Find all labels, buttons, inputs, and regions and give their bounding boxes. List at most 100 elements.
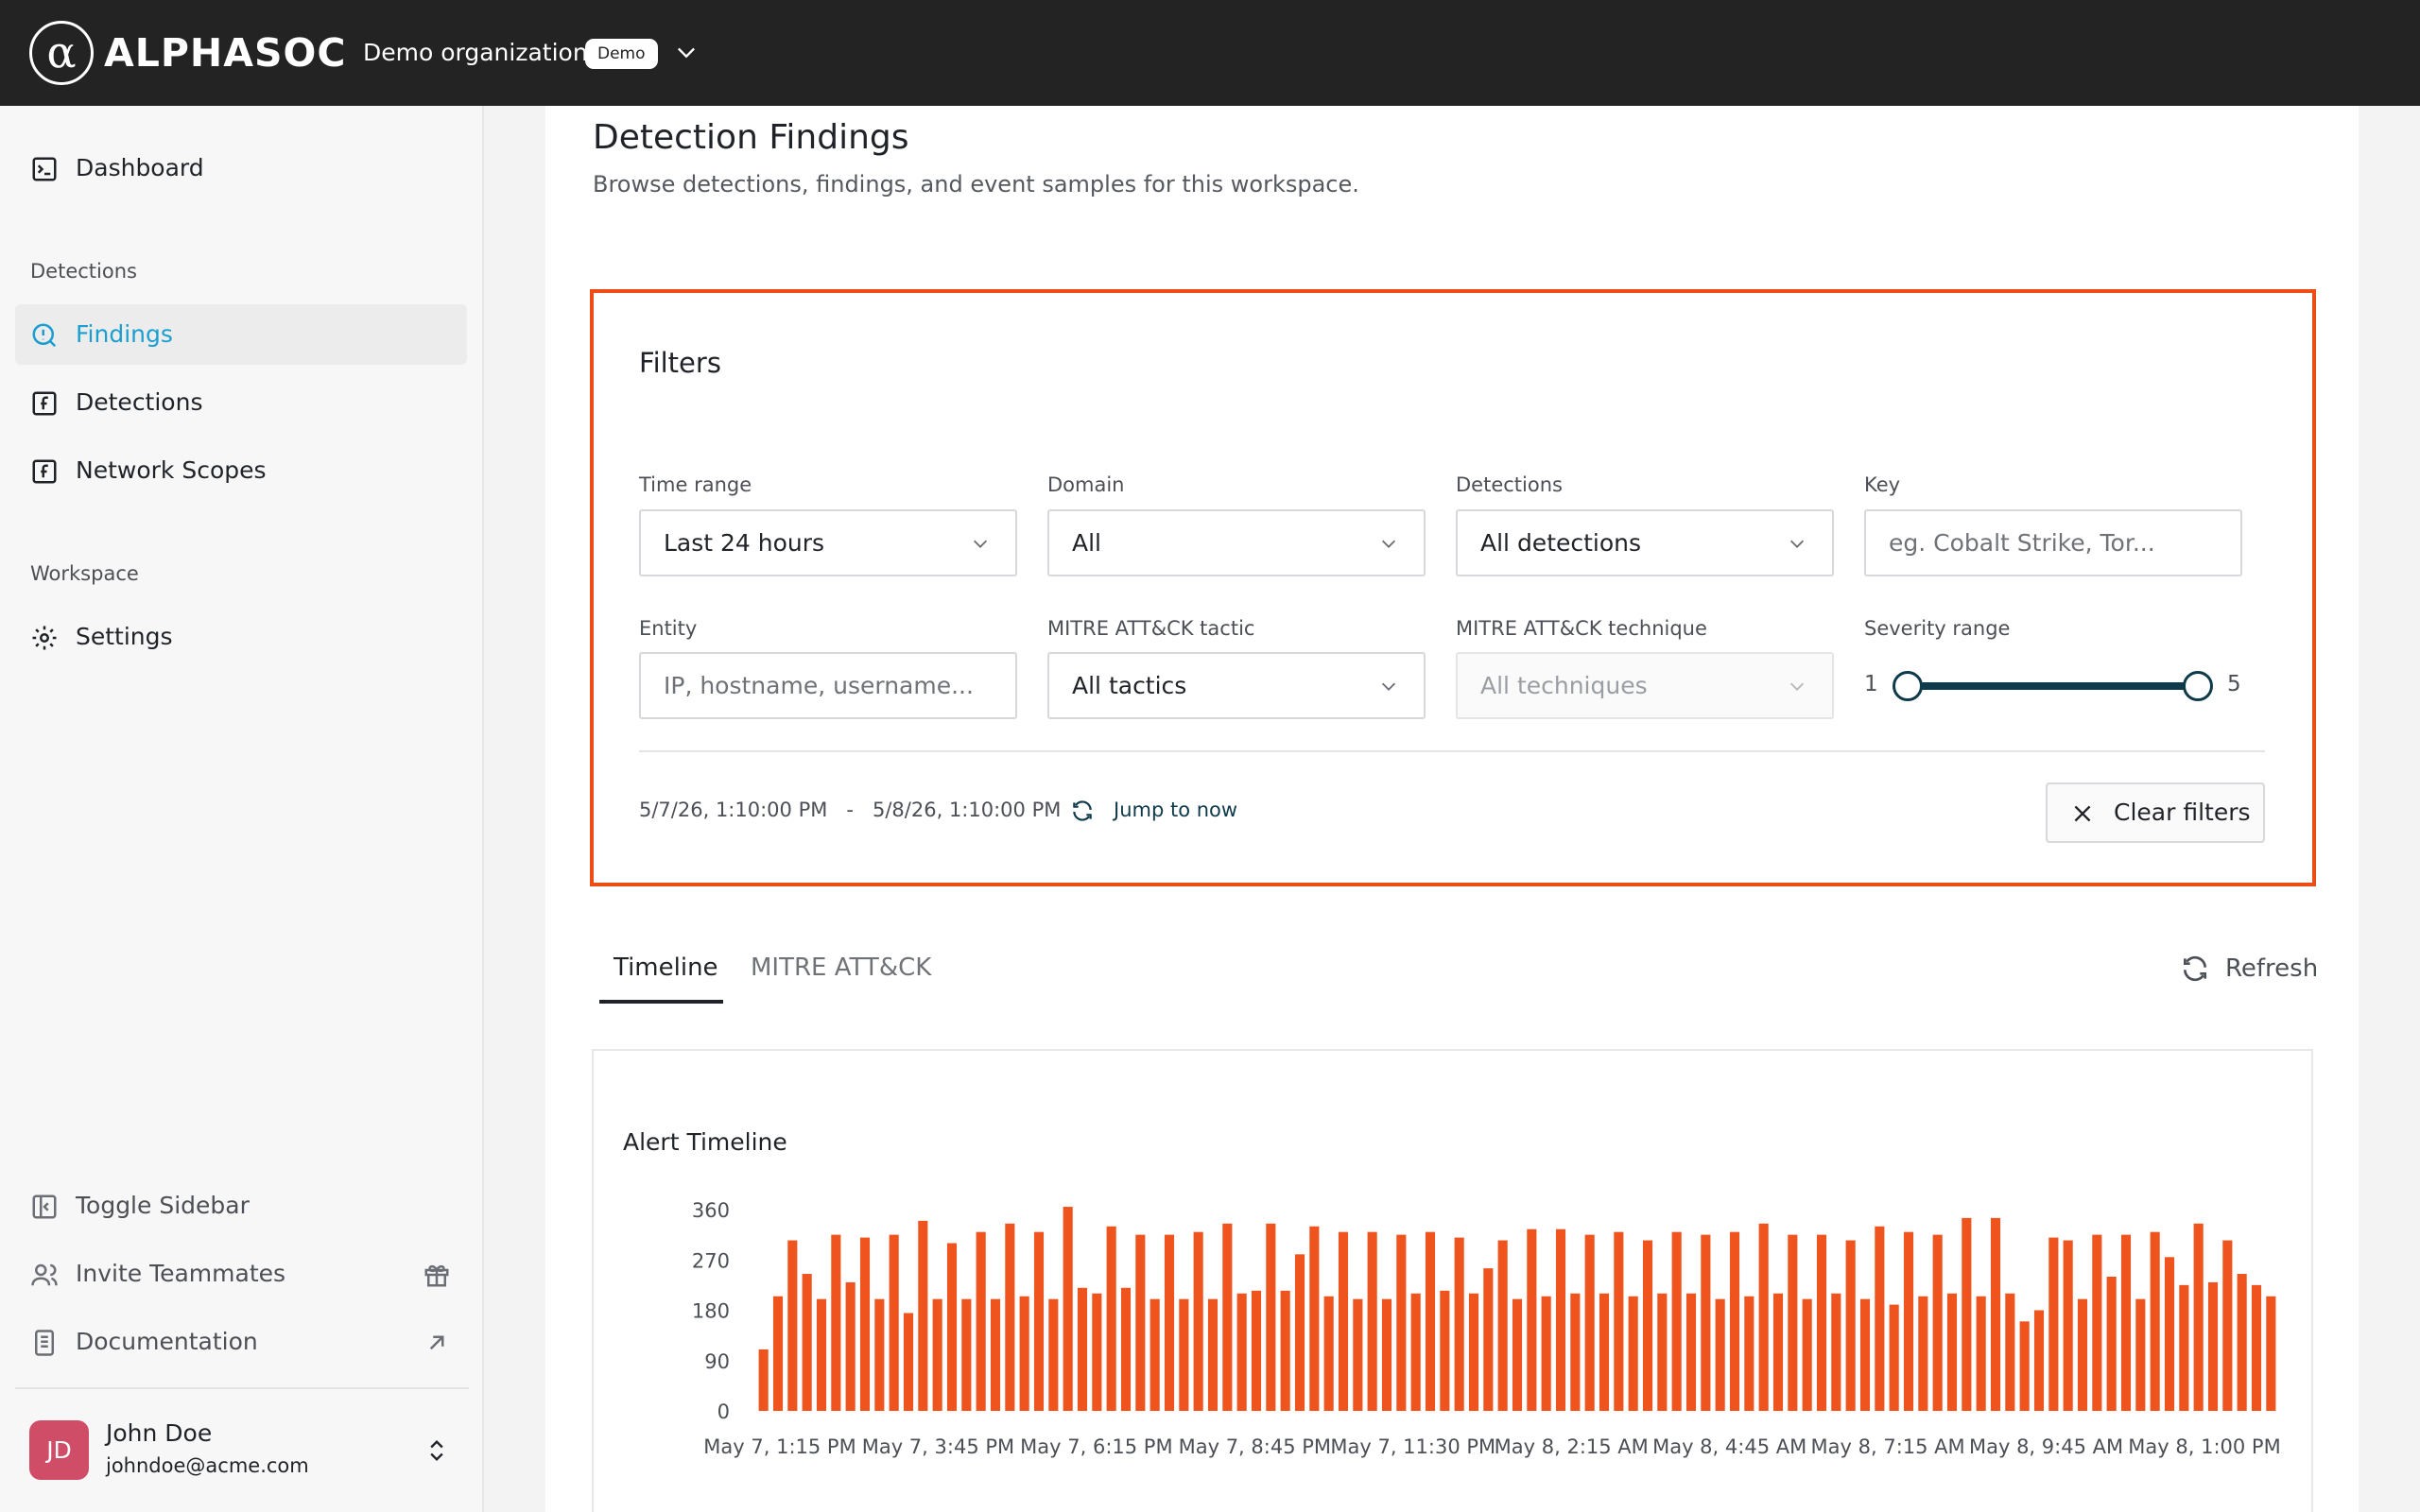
chart-bar[interactable] (2193, 1223, 2204, 1411)
chart-bar[interactable] (1425, 1231, 1436, 1411)
chart-bar[interactable] (1251, 1290, 1262, 1411)
chart-bar[interactable] (1903, 1231, 1914, 1411)
chart-bar[interactable] (903, 1313, 914, 1411)
chart-bar[interactable] (2266, 1296, 2276, 1411)
chart-bar[interactable] (1512, 1298, 1523, 1411)
chart-bar[interactable] (1236, 1293, 1247, 1411)
refresh-button[interactable]: Refresh (2225, 948, 2318, 989)
tactic-select[interactable]: All tactics (1047, 652, 1426, 719)
chart-bar[interactable] (1918, 1296, 1928, 1411)
sidebar-item-findings[interactable]: Findings (15, 304, 467, 365)
sidebar-item-dashboard[interactable]: Dashboard (15, 138, 467, 198)
chart-bar[interactable] (859, 1237, 871, 1411)
chart-bar[interactable] (1468, 1293, 1479, 1411)
chart-bar[interactable] (1527, 1228, 1537, 1411)
chart-bar[interactable] (1207, 1298, 1219, 1411)
chart-bar[interactable] (1715, 1298, 1725, 1411)
chart-bar[interactable] (1396, 1234, 1407, 1411)
chart-bar[interactable] (1323, 1296, 1334, 1411)
chart-bar[interactable] (1802, 1298, 1812, 1411)
chart-bar[interactable] (1628, 1296, 1638, 1411)
chart-bar[interactable] (787, 1240, 798, 1411)
chart-bar[interactable] (961, 1298, 972, 1411)
chart-bar[interactable] (1483, 1268, 1494, 1411)
chart-bar[interactable] (2237, 1274, 2247, 1411)
chart-bar[interactable] (1570, 1293, 1581, 1411)
chart-bar[interactable] (1642, 1240, 1653, 1411)
tab-mitre-attack[interactable]: MITRE ATT&CK (751, 947, 931, 988)
chart-bar[interactable] (1701, 1234, 1711, 1411)
chart-bar[interactable] (2251, 1284, 2262, 1411)
chart-bar[interactable] (1019, 1296, 1029, 1411)
chart-bar[interactable] (1106, 1226, 1116, 1411)
chart-bar[interactable] (1120, 1287, 1132, 1411)
chart-bar[interactable] (816, 1298, 827, 1411)
chart-bar[interactable] (1990, 1217, 2001, 1411)
chart-bar[interactable] (2092, 1234, 2102, 1411)
user-name[interactable]: John Doe (106, 1418, 212, 1450)
chart-bar[interactable] (2222, 1240, 2233, 1411)
chart-bar[interactable] (1309, 1226, 1320, 1411)
chart-bar[interactable] (990, 1298, 1001, 1411)
chart-bar[interactable] (1932, 1234, 1943, 1411)
chart-bar[interactable] (1788, 1234, 1798, 1411)
chart-bar[interactable] (1744, 1296, 1754, 1411)
chart-bar[interactable] (2150, 1231, 2160, 1411)
chart-bar[interactable] (1338, 1231, 1349, 1411)
chart-bar[interactable] (1092, 1293, 1102, 1411)
documentation-link[interactable]: Documentation (15, 1312, 467, 1372)
chart-bar[interactable] (1772, 1293, 1784, 1411)
chart-bar[interactable] (758, 1349, 769, 1411)
chart-bar[interactable] (2120, 1234, 2132, 1411)
chart-bar[interactable] (1584, 1234, 1595, 1411)
entity-input[interactable]: IP, hostname, username... (639, 652, 1017, 719)
chart-bar[interactable] (1048, 1298, 1059, 1411)
sidebar-item-detections[interactable]: Detections (15, 372, 467, 433)
chart-bar[interactable] (2135, 1298, 2146, 1411)
chart-bar[interactable] (1005, 1223, 1015, 1411)
chart-bar[interactable] (1541, 1296, 1551, 1411)
chevrons-up-down-icon[interactable] (424, 1435, 450, 1467)
severity-slider-track[interactable] (1908, 682, 2198, 690)
user-email[interactable]: johndoe@acme.com (106, 1452, 309, 1480)
chart-bar[interactable] (1729, 1231, 1740, 1411)
refresh-icon[interactable] (1070, 799, 1095, 823)
tab-timeline[interactable]: Timeline (614, 947, 718, 988)
chart-bar[interactable] (2164, 1257, 2175, 1411)
chart-bar[interactable] (1150, 1298, 1160, 1411)
chart-bar[interactable] (889, 1234, 899, 1411)
severity-max-handle[interactable] (2183, 671, 2213, 701)
chart-bar[interactable] (1497, 1240, 1508, 1411)
chart-bar[interactable] (1976, 1296, 1986, 1411)
chart-bar[interactable] (1164, 1234, 1175, 1411)
chart-bar[interactable] (2005, 1293, 2015, 1411)
chart-bar[interactable] (831, 1234, 841, 1411)
domain-select[interactable]: All (1047, 509, 1426, 576)
chart-bar[interactable] (1294, 1254, 1305, 1411)
chart-bar[interactable] (1555, 1228, 1566, 1411)
sidebar-item-settings[interactable]: Settings (15, 607, 467, 667)
chart-bar[interactable] (1381, 1298, 1392, 1411)
chart-bar[interactable] (1889, 1304, 1899, 1411)
chart-bar[interactable] (1266, 1223, 1276, 1411)
chart-bar[interactable] (2048, 1237, 2059, 1411)
chart-bar[interactable] (1816, 1234, 1827, 1411)
chart-bar[interactable] (1454, 1237, 1464, 1411)
chart-bar[interactable] (932, 1298, 942, 1411)
chart-bar[interactable] (2106, 1277, 2117, 1411)
chart-bar[interactable] (802, 1274, 812, 1411)
chart-bar[interactable] (1859, 1298, 1871, 1411)
chart-bar[interactable] (845, 1281, 856, 1411)
chart-bar[interactable] (1962, 1217, 1972, 1411)
chart-bar[interactable] (946, 1243, 958, 1412)
chart-bar[interactable] (772, 1296, 784, 1411)
chart-bar[interactable] (2077, 1298, 2088, 1411)
chart-bar[interactable] (1367, 1231, 1377, 1411)
logo-text[interactable]: ALPHASOC (104, 28, 346, 77)
sidebar-item-network-scopes[interactable]: Network Scopes (15, 440, 467, 501)
chart-bar[interactable] (1845, 1240, 1856, 1411)
refresh-icon[interactable] (2180, 954, 2210, 984)
avatar[interactable]: JD (29, 1420, 89, 1480)
chart-bar[interactable] (874, 1298, 885, 1411)
chart-bar[interactable] (1410, 1293, 1421, 1411)
